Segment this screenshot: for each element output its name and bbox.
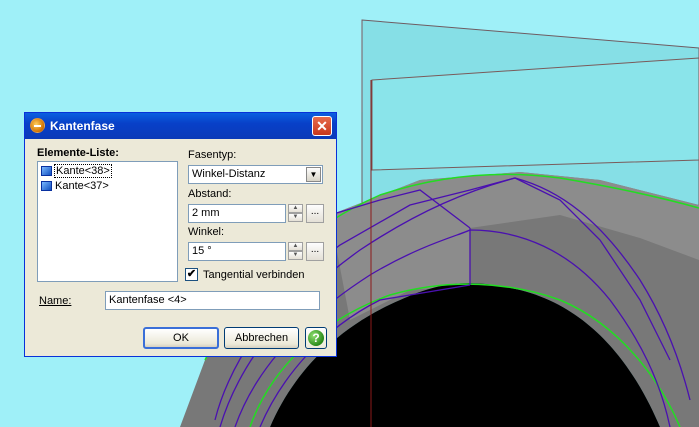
- kantenfase-dialog: Kantenfase ✕ Elemente-Liste: Kante<38> K…: [24, 112, 337, 357]
- abstand-spinner[interactable]: ▲ ▼: [288, 204, 303, 223]
- abstand-browse-button[interactable]: ...: [306, 204, 324, 223]
- name-value: Kantenfase <4>: [109, 294, 187, 306]
- fasentyp-select[interactable]: Winkel-Distanz ▼: [188, 165, 323, 184]
- list-item[interactable]: Kante<37>: [39, 179, 109, 193]
- abstand-value: 2 mm: [192, 207, 220, 219]
- tangential-label[interactable]: Tangential verbinden: [203, 269, 305, 281]
- app-icon: [30, 118, 45, 133]
- edge-icon: [41, 166, 52, 176]
- winkel-label: Winkel:: [188, 226, 225, 238]
- fasentyp-label: Fasentyp:: [188, 149, 237, 161]
- abstand-label: Abstand:: [188, 188, 232, 200]
- spin-up-icon[interactable]: ▲: [288, 204, 303, 213]
- elements-list-label: Elemente-Liste:: [37, 147, 119, 159]
- cancel-button[interactable]: Abbrechen: [224, 327, 299, 349]
- list-item-label: Kante<37>: [55, 180, 109, 192]
- spin-down-icon[interactable]: ▼: [288, 213, 303, 222]
- list-item[interactable]: Kante<38>: [39, 164, 112, 178]
- winkel-input[interactable]: 15 °: [188, 242, 286, 261]
- elements-list[interactable]: Kante<38> Kante<37>: [37, 161, 178, 282]
- spin-up-icon[interactable]: ▲: [288, 242, 303, 251]
- close-button[interactable]: ✕: [312, 116, 332, 136]
- chevron-down-icon[interactable]: ▼: [306, 167, 321, 182]
- help-button[interactable]: ?: [305, 327, 327, 349]
- abstand-input[interactable]: 2 mm: [188, 204, 286, 223]
- winkel-spinner[interactable]: ▲ ▼: [288, 242, 303, 261]
- fasentyp-value: Winkel-Distanz: [192, 168, 266, 180]
- list-item-label: Kante<38>: [54, 164, 112, 178]
- ok-button[interactable]: OK: [143, 327, 219, 349]
- winkel-value: 15 °: [192, 245, 212, 257]
- name-label: Name:: [39, 295, 72, 307]
- help-icon: ?: [308, 330, 324, 346]
- edge-icon: [41, 181, 52, 191]
- winkel-browse-button[interactable]: ...: [306, 242, 324, 261]
- name-input[interactable]: Kantenfase <4>: [105, 291, 320, 310]
- dialog-title: Kantenfase: [50, 119, 115, 133]
- dialog-titlebar[interactable]: Kantenfase ✕: [25, 113, 336, 139]
- spin-down-icon[interactable]: ▼: [288, 251, 303, 260]
- tangential-checkbox[interactable]: ✔: [185, 268, 198, 281]
